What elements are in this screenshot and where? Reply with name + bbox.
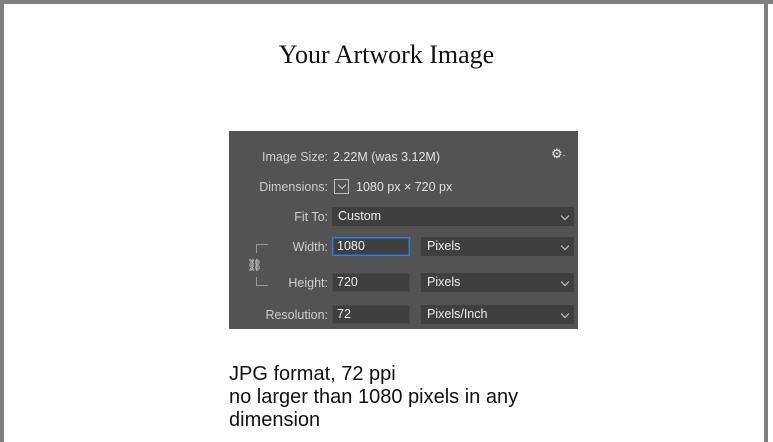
link-icon[interactable]: ⛓ bbox=[247, 258, 262, 272]
dimensions-value: 1080 px × 720 px bbox=[356, 180, 453, 194]
resolution-input[interactable]: 72 bbox=[332, 305, 410, 324]
width-unit-select[interactable]: Pixels bbox=[421, 237, 574, 256]
caption-line: no larger than 1080 pixels in any bbox=[229, 386, 519, 408]
caption: JPG format, 72 ppi no larger than 1080 p… bbox=[229, 363, 518, 432]
chevron-down-icon bbox=[337, 180, 347, 190]
gear-glyph: ⚙ bbox=[551, 146, 563, 161]
width-unit-value: Pixels bbox=[427, 239, 461, 253]
caption-line: JPG format, 72 ppi bbox=[229, 363, 396, 385]
fit-to-value: Custom bbox=[338, 209, 382, 223]
dimensions-dropdown[interactable] bbox=[334, 179, 349, 194]
frame-top-border bbox=[0, 0, 773, 4]
page-title: Your Artwork Image bbox=[278, 40, 495, 69]
image-size-dialog: Image Size: 2.22M (was 3.12M) ⚙· Dimensi… bbox=[229, 131, 578, 329]
height-label: Height: bbox=[288, 276, 328, 290]
width-label: Width: bbox=[292, 240, 328, 254]
width-input[interactable]: 1080 bbox=[332, 237, 410, 256]
chevron-down-icon bbox=[560, 211, 570, 221]
height-unit-select[interactable]: Pixels bbox=[421, 273, 574, 292]
height-input[interactable]: 720 bbox=[332, 273, 410, 292]
chevron-down-icon bbox=[560, 309, 570, 319]
resolution-unit-select[interactable]: Pixels/Inch bbox=[421, 305, 574, 324]
gear-icon[interactable]: ⚙· bbox=[551, 146, 566, 162]
height-unit-value: Pixels bbox=[427, 275, 461, 289]
image-size-label: Image Size: bbox=[261, 150, 328, 164]
dimensions-label: Dimensions: bbox=[259, 180, 328, 194]
resolution-unit-value: Pixels/Inch bbox=[427, 307, 488, 321]
image-size-value: 2.22M (was 3.12M) bbox=[333, 150, 440, 164]
resolution-label: Resolution: bbox=[265, 308, 328, 322]
caption-line: dimension bbox=[229, 409, 321, 431]
fit-to-select[interactable]: Custom bbox=[332, 207, 574, 226]
chevron-down-icon bbox=[560, 241, 570, 251]
chevron-down-icon bbox=[560, 277, 570, 287]
fit-to-label: Fit To: bbox=[294, 210, 328, 224]
